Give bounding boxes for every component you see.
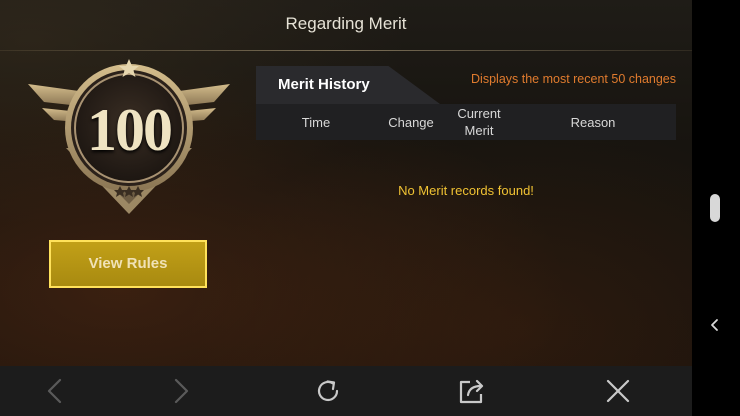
refresh-icon[interactable]	[313, 376, 343, 406]
column-header-current-merit: Current Merit	[457, 106, 501, 138]
chevron-left-icon[interactable]	[706, 316, 724, 334]
view-rules-button[interactable]: View Rules	[49, 240, 207, 288]
title-divider	[0, 50, 692, 51]
close-icon[interactable]	[603, 376, 633, 406]
column-header-time: Time	[301, 114, 331, 130]
share-icon[interactable]	[457, 376, 487, 406]
page-title: Regarding Merit	[285, 14, 407, 33]
empty-records-message: No Merit records found!	[398, 183, 534, 198]
scrollbar-thumb[interactable]	[710, 194, 720, 222]
bottom-navigation-bar	[0, 366, 692, 416]
merit-screen: Regarding Merit 100 View Rules Merit His…	[0, 0, 692, 366]
column-header-change: Change	[388, 114, 434, 130]
forward-icon[interactable]	[166, 376, 196, 406]
merit-history-tab-label: Merit History	[278, 76, 370, 93]
column-header-reason: Reason	[570, 114, 616, 130]
back-icon[interactable]	[40, 376, 70, 406]
merit-value: 100	[87, 97, 173, 163]
recent-changes-note: Displays the most recent 50 changes	[471, 72, 676, 86]
